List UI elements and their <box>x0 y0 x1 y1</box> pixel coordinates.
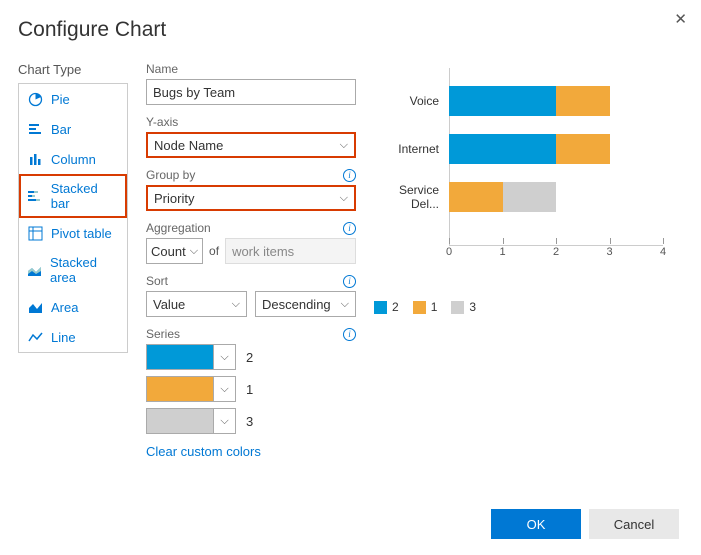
chevron-down-icon: ⌵ <box>232 298 240 311</box>
bar-icon <box>27 121 43 137</box>
yaxis-label: Y-axis <box>146 115 356 129</box>
color-swatch <box>147 409 213 433</box>
chevron-down-icon: ⌵ <box>340 139 348 152</box>
chevron-down-icon: ⌵ <box>213 409 235 433</box>
dialog-title: Configure Chart <box>18 18 683 42</box>
yaxis-select[interactable]: Node Name ⌵ <box>146 132 356 158</box>
series-color-select[interactable]: ⌵ <box>146 376 236 402</box>
chart-type-label-text: Line <box>51 330 76 345</box>
sort-field-select[interactable]: Value ⌵ <box>146 291 247 317</box>
axis-tick: 3 <box>606 246 612 258</box>
chart-preview: VoiceInternetService Del... 01234 <box>374 68 683 278</box>
chart-type-label-text: Pivot table <box>51 226 112 241</box>
info-icon[interactable]: i <box>343 275 356 288</box>
groupby-label: Group by <box>146 168 195 182</box>
chart-type-bar[interactable]: Bar <box>19 114 127 144</box>
chart-type-label-text: Area <box>51 300 78 315</box>
sort-dir-value: Descending <box>262 297 331 312</box>
legend-label: 3 <box>469 300 476 314</box>
chart-type-label-text: Stacked area <box>50 255 119 285</box>
area-icon <box>27 299 43 315</box>
legend-item: 3 <box>451 300 476 314</box>
close-icon[interactable]: ✕ <box>674 10 687 28</box>
series-item-label: 1 <box>246 382 253 397</box>
color-swatch <box>147 377 213 401</box>
chart-type-label-text: Pie <box>51 92 70 107</box>
chart-type-pie[interactable]: Pie <box>19 84 127 114</box>
series-color-select[interactable]: ⌵ <box>146 408 236 434</box>
legend-label: 2 <box>392 300 399 314</box>
chart-bar-segment <box>503 182 557 212</box>
chevron-down-icon: ⌵ <box>190 245 198 258</box>
sort-dir-select[interactable]: Descending ⌵ <box>255 291 356 317</box>
sort-label: Sort <box>146 274 168 288</box>
info-icon[interactable]: i <box>343 222 356 235</box>
chart-type-label: Chart Type <box>18 62 128 77</box>
groupby-select[interactable]: Priority ⌵ <box>146 185 356 211</box>
line-icon <box>27 329 43 345</box>
color-swatch <box>147 345 213 369</box>
axis-tick: 4 <box>660 246 666 258</box>
name-label: Name <box>146 62 356 76</box>
series-item-label: 2 <box>246 350 253 365</box>
aggregation-select[interactable]: Count ⌵ <box>146 238 203 264</box>
stacked-bar-icon <box>27 188 43 204</box>
chevron-down-icon: ⌵ <box>213 377 235 401</box>
sort-field-value: Value <box>153 297 185 312</box>
yaxis-value: Node Name <box>154 138 223 153</box>
aggregation-value: Count <box>151 244 186 259</box>
chart-type-label-text: Bar <box>51 122 71 137</box>
chart-bar-row: Internet <box>449 134 663 164</box>
stacked-area-icon <box>27 262 42 278</box>
chart-type-column[interactable]: Column <box>19 144 127 174</box>
chart-type-stacked-bar[interactable]: Stacked bar <box>19 174 127 218</box>
legend-swatch <box>374 301 387 314</box>
axis-tick: 2 <box>553 246 559 258</box>
legend-item: 2 <box>374 300 399 314</box>
axis-tick: 0 <box>446 246 452 258</box>
aggregation-unit: work items <box>225 238 356 264</box>
name-input-value: Bugs by Team <box>153 85 235 100</box>
legend-item: 1 <box>413 300 438 314</box>
info-icon[interactable]: i <box>343 328 356 341</box>
chart-bar-segment <box>556 86 610 116</box>
chart-type-line[interactable]: Line <box>19 322 127 352</box>
chart-bar-segment <box>556 134 610 164</box>
chart-category-label: Service Del... <box>374 183 444 211</box>
chart-type-stacked-area[interactable]: Stacked area <box>19 248 127 292</box>
chart-category-label: Voice <box>374 94 444 108</box>
clear-custom-colors-link[interactable]: Clear custom colors <box>146 444 261 459</box>
series-label: Series <box>146 327 180 341</box>
chevron-down-icon: ⌵ <box>341 298 349 311</box>
chart-bar-row: Voice <box>449 86 663 116</box>
column-icon <box>27 151 43 167</box>
aggregation-of: of <box>209 244 219 258</box>
series-color-select[interactable]: ⌵ <box>146 344 236 370</box>
name-input[interactable]: Bugs by Team <box>146 79 356 105</box>
info-icon[interactable]: i <box>343 169 356 182</box>
chart-type-label-text: Column <box>51 152 96 167</box>
chart-bar-segment <box>449 86 556 116</box>
chart-category-label: Internet <box>374 142 444 156</box>
legend-swatch <box>413 301 426 314</box>
series-item-label: 3 <box>246 414 253 429</box>
chart-bar-row: Service Del... <box>449 182 663 212</box>
chart-type-label-text: Stacked bar <box>51 181 119 211</box>
chart-type-pivot-table[interactable]: Pivot table <box>19 218 127 248</box>
groupby-value: Priority <box>154 191 194 206</box>
chevron-down-icon: ⌵ <box>340 192 348 205</box>
chart-bar-segment <box>449 134 556 164</box>
aggregation-label: Aggregation <box>146 221 211 235</box>
axis-tick: 1 <box>499 246 505 258</box>
ok-button[interactable]: OK <box>491 509 581 539</box>
legend-swatch <box>451 301 464 314</box>
chart-type-list: Pie Bar Column Stacked bar <box>18 83 128 353</box>
pie-icon <box>27 91 43 107</box>
chevron-down-icon: ⌵ <box>213 345 235 369</box>
pivot-icon <box>27 225 43 241</box>
chart-type-area[interactable]: Area <box>19 292 127 322</box>
legend-label: 1 <box>431 300 438 314</box>
cancel-button[interactable]: Cancel <box>589 509 679 539</box>
chart-bar-segment <box>449 182 503 212</box>
